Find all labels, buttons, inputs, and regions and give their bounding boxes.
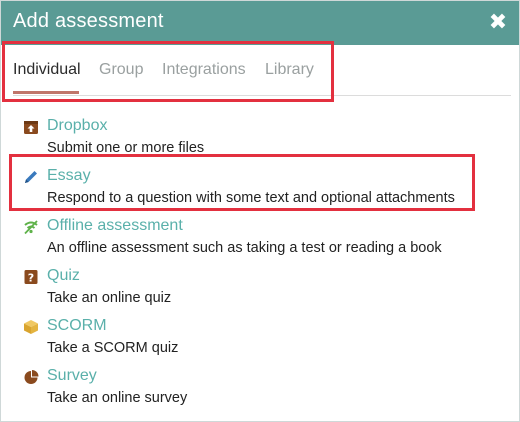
list-item-offline-assessment[interactable]: Offline assessment An offline assessment… xyxy=(23,215,503,261)
tabs-divider xyxy=(13,95,511,96)
quiz-icon: ? xyxy=(24,270,38,284)
close-icon[interactable]: ✖ xyxy=(485,7,511,37)
scorm-box-icon xyxy=(24,320,38,334)
list-item-essay[interactable]: Essay Respond to a question with some te… xyxy=(23,165,503,211)
tab-group[interactable]: Group xyxy=(99,61,143,79)
item-description: Take a SCORM quiz xyxy=(47,340,179,356)
dialog-header: Add assessment ✖ xyxy=(1,1,519,45)
assessment-tabs: Individual Group Integrations Library xyxy=(1,45,519,97)
item-label[interactable]: SCORM xyxy=(47,317,107,335)
item-description: Respond to a question with some text and… xyxy=(47,190,455,206)
item-description: An offline assessment such as taking a t… xyxy=(47,240,442,256)
tab-individual[interactable]: Individual xyxy=(13,61,81,79)
pie-chart-icon xyxy=(24,370,39,384)
item-description: Take an online survey xyxy=(47,390,188,406)
list-item-dropbox[interactable]: Dropbox Submit one or more files xyxy=(23,115,503,161)
tab-integrations[interactable]: Integrations xyxy=(162,61,246,79)
active-tab-underline xyxy=(13,91,79,94)
offline-icon xyxy=(24,220,38,235)
svg-text:?: ? xyxy=(28,271,34,284)
list-item-survey[interactable]: Survey Take an online survey xyxy=(23,365,503,411)
item-label[interactable]: Quiz xyxy=(47,267,80,285)
item-description: Submit one or more files xyxy=(47,140,205,156)
pencil-icon xyxy=(25,171,37,183)
item-label[interactable]: Survey xyxy=(47,367,97,385)
tab-library[interactable]: Library xyxy=(265,61,314,79)
list-item-quiz[interactable]: ? Quiz Take an online quiz xyxy=(23,265,503,311)
dropbox-upload-icon xyxy=(24,121,38,134)
item-label[interactable]: Essay xyxy=(47,167,91,185)
item-label[interactable]: Offline assessment xyxy=(47,217,183,235)
dialog-title: Add assessment xyxy=(13,10,164,32)
item-description: Take an online quiz xyxy=(47,290,172,306)
item-label[interactable]: Dropbox xyxy=(47,117,107,135)
add-assessment-dialog: Add assessment ✖ Individual Group Integr… xyxy=(0,0,520,422)
list-item-scorm[interactable]: SCORM Take a SCORM quiz xyxy=(23,315,503,361)
